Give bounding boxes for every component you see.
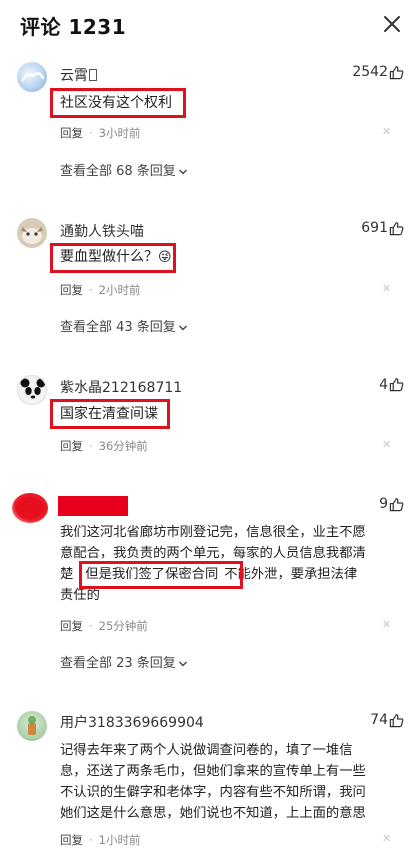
view-all-label: 查看全部 43 条回复	[60, 320, 176, 335]
reply-button[interactable]: 回复	[60, 439, 83, 453]
avatar[interactable]	[17, 62, 47, 92]
redacted-username	[58, 496, 128, 516]
thumbs-up-icon[interactable]	[389, 497, 404, 512]
comment-meta: 回复 · 36分钟前 ✕	[60, 438, 392, 453]
like-count: 4	[379, 377, 388, 393]
comment-meta: 回复 · 1小时前 ✕	[60, 832, 392, 847]
avatar[interactable]	[17, 375, 47, 405]
username[interactable]: 用户3183369669904	[60, 712, 204, 732]
timestamp: 25分钟前	[98, 619, 148, 633]
avatar-cloud-icon	[21, 72, 45, 82]
close-icon[interactable]	[380, 12, 404, 36]
avatar[interactable]	[17, 711, 47, 741]
timestamp: 1小时前	[98, 833, 141, 847]
comments-header: 评论 1231	[0, 0, 416, 52]
avatar-green-icon	[28, 716, 36, 735]
username[interactable]: 紫水晶212168711	[60, 377, 182, 397]
timestamp: 2小时前	[98, 283, 141, 297]
page-title: 评论 1231	[20, 15, 127, 39]
reply-button[interactable]: 回复	[60, 283, 83, 297]
like-count: 9	[379, 496, 388, 512]
avatar[interactable]	[12, 493, 48, 523]
timestamp: 36分钟前	[98, 439, 148, 453]
username[interactable]: 云霄	[60, 65, 97, 85]
reply-button[interactable]: 回复	[60, 126, 83, 140]
highlight-box	[50, 88, 186, 118]
chevron-down-icon	[178, 325, 187, 330]
highlight-box	[79, 561, 243, 589]
reply-button[interactable]: 回复	[60, 833, 83, 847]
avatar-panda-icon	[20, 378, 46, 399]
view-all-replies-button[interactable]: 查看全部 23 条回复	[60, 652, 188, 671]
thumbs-up-icon[interactable]	[389, 377, 404, 392]
comment-text: 记得去年来了两个人说做调查问卷的，填了一堆信 息，还送了两条毛巾，但她们拿来的宣…	[60, 740, 405, 824]
like-count: 74	[370, 712, 388, 728]
timestamp: 3小时前	[98, 126, 141, 140]
highlight-box	[50, 243, 176, 273]
chevron-down-icon	[178, 661, 187, 666]
dismiss-icon[interactable]: ✕	[382, 282, 391, 295]
comment-meta: 回复 · 3小时前 ✕	[60, 125, 392, 140]
dismiss-icon[interactable]: ✕	[382, 438, 391, 451]
dismiss-icon[interactable]: ✕	[382, 125, 391, 138]
username[interactable]: 通勤人铁头喵	[60, 221, 144, 241]
view-all-replies-button[interactable]: 查看全部 43 条回复	[60, 316, 188, 335]
comment-line: 息，还送了两条毛巾，但她们拿来的宣传单上有一些	[60, 764, 366, 779]
chevron-down-icon	[178, 169, 187, 174]
view-all-label: 查看全部 68 条回复	[60, 164, 176, 179]
reply-button[interactable]: 回复	[60, 619, 83, 633]
dismiss-icon[interactable]: ✕	[382, 832, 391, 845]
comment-meta: 回复 · 2小时前 ✕	[60, 282, 392, 297]
avatar[interactable]	[17, 218, 47, 248]
dismiss-icon[interactable]: ✕	[382, 618, 391, 631]
thumbs-up-icon[interactable]	[389, 221, 404, 236]
highlight-box	[50, 399, 170, 429]
view-all-label: 查看全部 23 条回复	[60, 656, 176, 671]
view-all-replies-button[interactable]: 查看全部 68 条回复	[60, 160, 188, 179]
comment-line: 她们这是什么意思，她们说也不知道，上上面的意思	[60, 806, 366, 821]
thumbs-up-icon[interactable]	[389, 65, 404, 80]
avatar-cat-icon	[21, 227, 43, 244]
comment-line: 记得去年来了两个人说做调查问卷的，填了一堆信	[60, 743, 353, 758]
comment-line: 不认识的生僻字和老体字，内容有些不知所谓，我问	[60, 785, 366, 800]
thumbs-up-icon[interactable]	[389, 713, 404, 728]
comment-meta: 回复 · 25分钟前 ✕	[60, 618, 392, 633]
like-count: 691	[361, 220, 388, 236]
like-count: 2542	[352, 64, 388, 80]
avatar-red-icon	[16, 497, 44, 519]
comment-line: 我们这河北省廊坊市刚登记完，信息很全，业主不愿	[60, 525, 366, 540]
